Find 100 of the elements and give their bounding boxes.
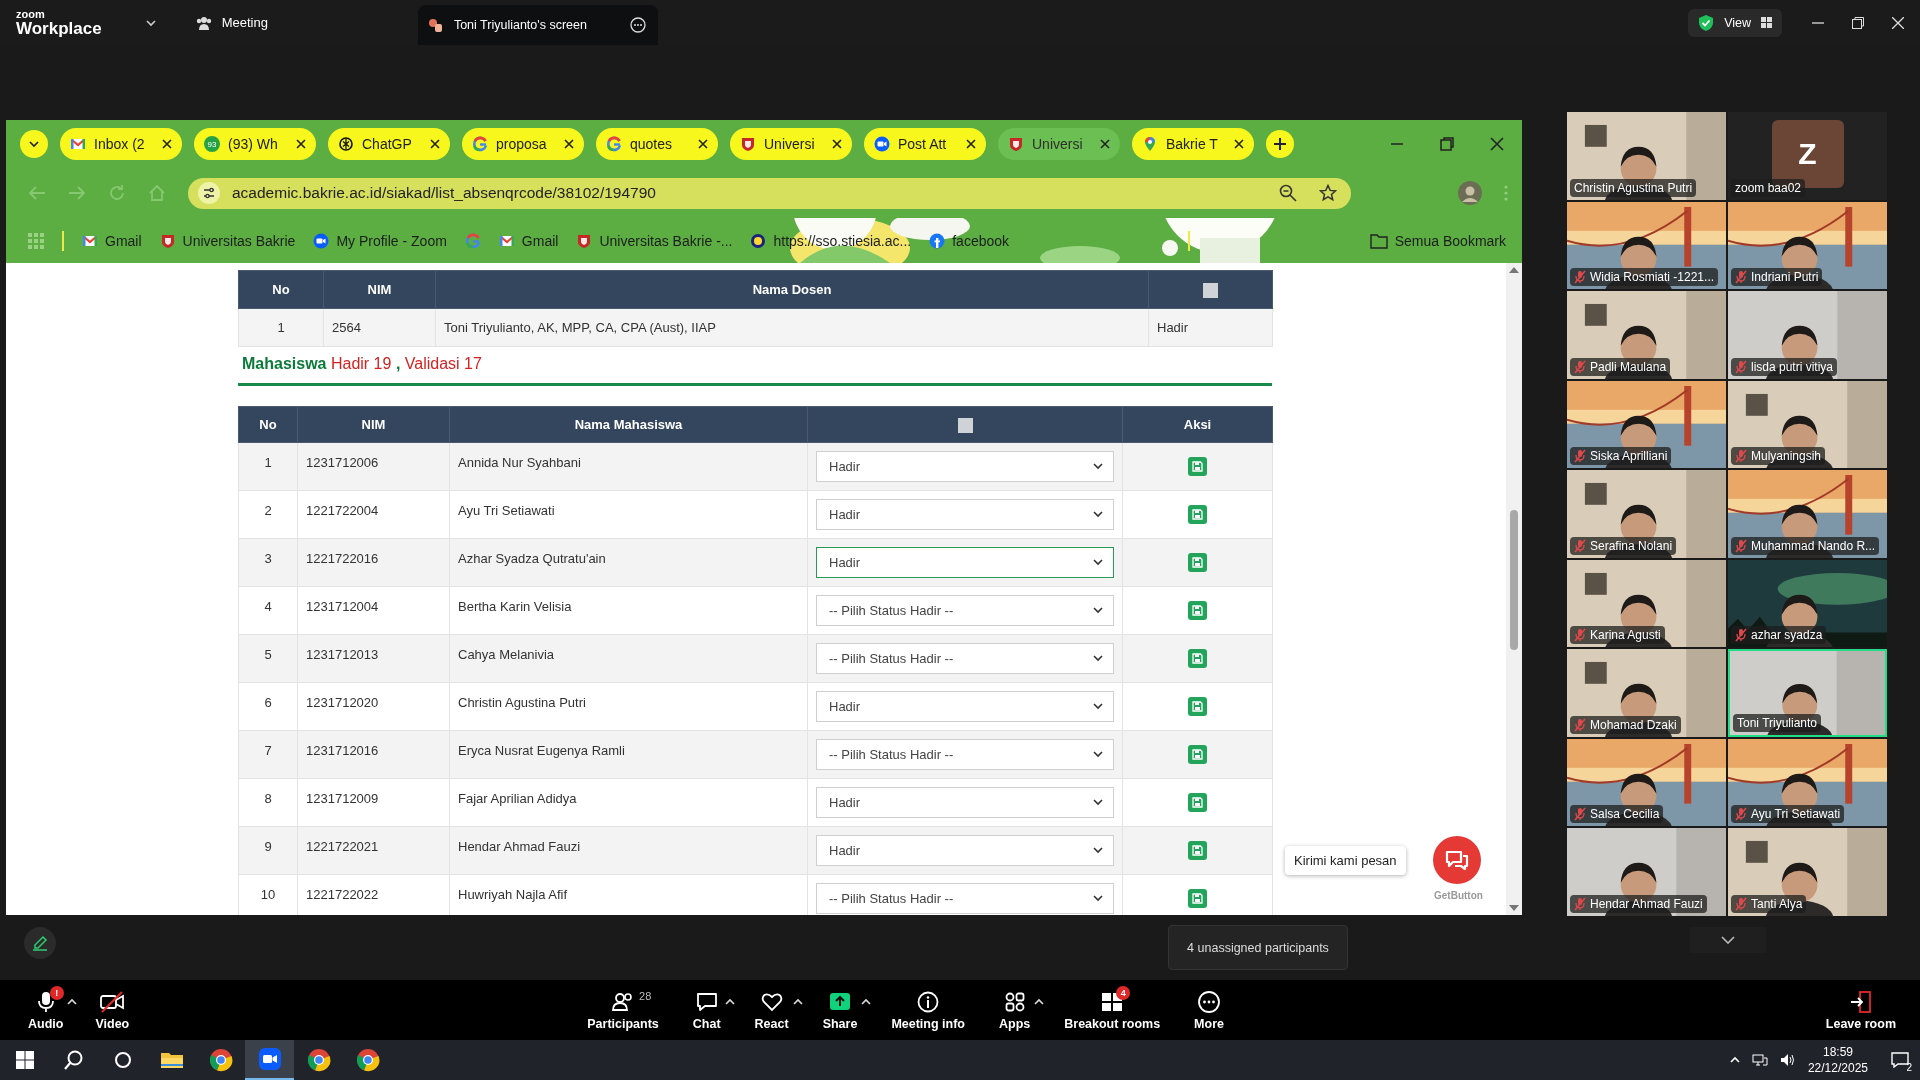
close-icon[interactable] bbox=[1100, 139, 1110, 149]
bookmark[interactable]: My Profile - Zoom bbox=[313, 232, 447, 249]
status-select[interactable]: -- Pilih Status Hadir -- bbox=[816, 643, 1114, 674]
save-button[interactable] bbox=[1188, 505, 1207, 524]
toolbar-button[interactable]: Meeting info bbox=[891, 989, 965, 1031]
save-button[interactable] bbox=[1188, 553, 1207, 572]
restore-icon[interactable] bbox=[1852, 16, 1864, 29]
video-tile[interactable]: Tanti Alya bbox=[1728, 828, 1887, 916]
search-icon[interactable] bbox=[62, 1049, 85, 1071]
notification-button[interactable]: 2 bbox=[1880, 1040, 1920, 1080]
video-tile[interactable]: Ayu Tri Setiawati bbox=[1728, 738, 1887, 826]
toolbar-button[interactable]: Participants 28 bbox=[587, 989, 659, 1031]
save-button[interactable] bbox=[1188, 697, 1207, 716]
bookmark[interactable]: https://sso.stiesia.ac... bbox=[750, 232, 912, 249]
close-icon[interactable] bbox=[1234, 139, 1244, 149]
camera-logo-icon[interactable] bbox=[257, 1047, 282, 1071]
tab-list-button[interactable] bbox=[20, 130, 48, 158]
toolbar-button[interactable]: Share bbox=[822, 989, 858, 1031]
save-button[interactable] bbox=[1188, 793, 1207, 812]
network-icon[interactable] bbox=[1751, 1053, 1768, 1067]
address-bar[interactable]: academic.bakrie.ac.id/siakad/list_absenqrcode/38102/194790 bbox=[188, 177, 1351, 209]
chrome-icon[interactable] bbox=[355, 1048, 380, 1072]
caret-icon[interactable] bbox=[29, 140, 39, 148]
video-tile[interactable]: Siska Aprilliani bbox=[1567, 380, 1726, 468]
close-icon[interactable] bbox=[698, 139, 708, 149]
chrome-icon[interactable] bbox=[306, 1048, 331, 1072]
video-tile[interactable]: lisda putri vitiya bbox=[1728, 291, 1887, 379]
video-tile[interactable]: azhar syadza bbox=[1728, 559, 1887, 647]
video-tile[interactable]: Christin Agustina Putri bbox=[1567, 112, 1726, 200]
save-button[interactable] bbox=[1188, 841, 1207, 860]
browser-tab[interactable]: Universi bbox=[998, 128, 1120, 160]
toolbar-button[interactable]: React bbox=[754, 989, 789, 1031]
save-button[interactable] bbox=[1188, 889, 1207, 908]
save-button[interactable] bbox=[1188, 745, 1207, 764]
browser-tab[interactable]: quotes bbox=[596, 128, 718, 160]
save-button[interactable] bbox=[1188, 601, 1207, 620]
video-tile[interactable]: Mulyaningsih bbox=[1728, 380, 1887, 468]
checkbox[interactable] bbox=[1203, 282, 1218, 298]
more-icon[interactable] bbox=[629, 17, 646, 33]
video-tile[interactable]: Serafina Nolani bbox=[1567, 470, 1726, 558]
close-icon[interactable] bbox=[162, 139, 172, 149]
browser-tab[interactable]: ChatGP bbox=[328, 128, 450, 160]
checkbox[interactable] bbox=[957, 417, 973, 433]
video-tile[interactable]: Padli Maulana bbox=[1567, 291, 1726, 379]
video-tile[interactable]: Z zoom baa02 bbox=[1728, 112, 1887, 200]
video-tile[interactable]: Widia Rosmiati -1221... bbox=[1567, 201, 1726, 289]
leave-button[interactable]: Leave room bbox=[1825, 989, 1896, 1031]
scroll-down-icon[interactable] bbox=[1509, 905, 1519, 911]
annotate-button[interactable] bbox=[24, 927, 56, 959]
browser-tab[interactable]: Bakrie T bbox=[1132, 128, 1254, 160]
star-icon[interactable] bbox=[1319, 184, 1337, 202]
restore-icon[interactable] bbox=[1440, 137, 1454, 151]
status-select[interactable]: -- Pilih Status Hadir -- bbox=[816, 739, 1114, 770]
close-icon[interactable] bbox=[564, 139, 574, 149]
video-tile[interactable]: Indriani Putri bbox=[1728, 201, 1887, 289]
toolbar-button[interactable]: Video bbox=[95, 989, 130, 1031]
video-tile[interactable]: Muhammad Nando R... bbox=[1728, 470, 1887, 558]
status-select[interactable]: Hadir bbox=[816, 547, 1114, 578]
meeting-label[interactable]: Meeting bbox=[221, 15, 268, 30]
status-select[interactable]: Hadir bbox=[816, 499, 1114, 530]
video-tile[interactable]: Toni Triyulianto bbox=[1728, 649, 1887, 737]
video-tile[interactable]: Salsa Cecilia bbox=[1567, 738, 1726, 826]
scrollbar-thumb[interactable] bbox=[1510, 510, 1518, 650]
video-tile[interactable]: Hendar Ahmad Fauzi bbox=[1567, 828, 1726, 916]
circle-icon[interactable] bbox=[112, 1050, 133, 1070]
close-icon[interactable] bbox=[296, 139, 306, 149]
browser-tab[interactable]: Post Att bbox=[864, 128, 986, 160]
zoom-icon[interactable] bbox=[1279, 184, 1297, 202]
browser-tab[interactable]: proposa bbox=[462, 128, 584, 160]
bookmark[interactable]: Gmail bbox=[498, 232, 559, 249]
status-select[interactable]: -- Pilih Status Hadir -- bbox=[816, 595, 1114, 626]
bookmark[interactable]: Gmail bbox=[82, 232, 142, 249]
save-button[interactable] bbox=[1188, 457, 1207, 476]
folder-icon[interactable] bbox=[159, 1050, 184, 1070]
video-tile[interactable]: Mohamad Dzaki bbox=[1567, 649, 1726, 737]
scrollbar[interactable] bbox=[1506, 263, 1522, 915]
browser-tab[interactable]: Inbox (2 bbox=[60, 128, 182, 160]
video-tile[interactable]: Karina Agusti bbox=[1567, 559, 1726, 647]
volume-icon[interactable] bbox=[1779, 1053, 1796, 1067]
clock[interactable]: 18:59 22/12/2025 bbox=[1807, 1045, 1868, 1075]
save-button[interactable] bbox=[1188, 649, 1207, 668]
windows-icon[interactable] bbox=[14, 1050, 35, 1070]
status-select[interactable]: -- Pilih Status Hadir -- bbox=[816, 883, 1114, 914]
browser-tab[interactable]: Universi bbox=[730, 128, 852, 160]
toolbar-button[interactable]: More bbox=[1194, 989, 1224, 1031]
bookmark-folder[interactable]: Semua Bookmark bbox=[1369, 232, 1506, 249]
close-icon[interactable] bbox=[966, 139, 976, 149]
chat-prompt[interactable]: Kirimi kami pesan bbox=[1285, 846, 1406, 875]
status-select[interactable]: Hadir bbox=[816, 835, 1114, 866]
bookmark[interactable]: Universitas Bakrie bbox=[159, 232, 296, 249]
toolbar-button[interactable]: Apps bbox=[999, 989, 1031, 1031]
bookmark[interactable]: Universitas Bakrie -... bbox=[576, 232, 733, 249]
status-select[interactable]: Hadir bbox=[816, 691, 1114, 722]
view-button[interactable]: View bbox=[1688, 8, 1782, 37]
chat-button[interactable] bbox=[1433, 836, 1481, 884]
taskbar-app[interactable] bbox=[245, 1040, 294, 1080]
close-icon[interactable] bbox=[430, 139, 440, 149]
avatar-icon[interactable] bbox=[1458, 181, 1482, 205]
new-tab-button[interactable] bbox=[1266, 130, 1294, 158]
share-tab[interactable]: Toni Triyulianto's screen bbox=[417, 5, 658, 45]
